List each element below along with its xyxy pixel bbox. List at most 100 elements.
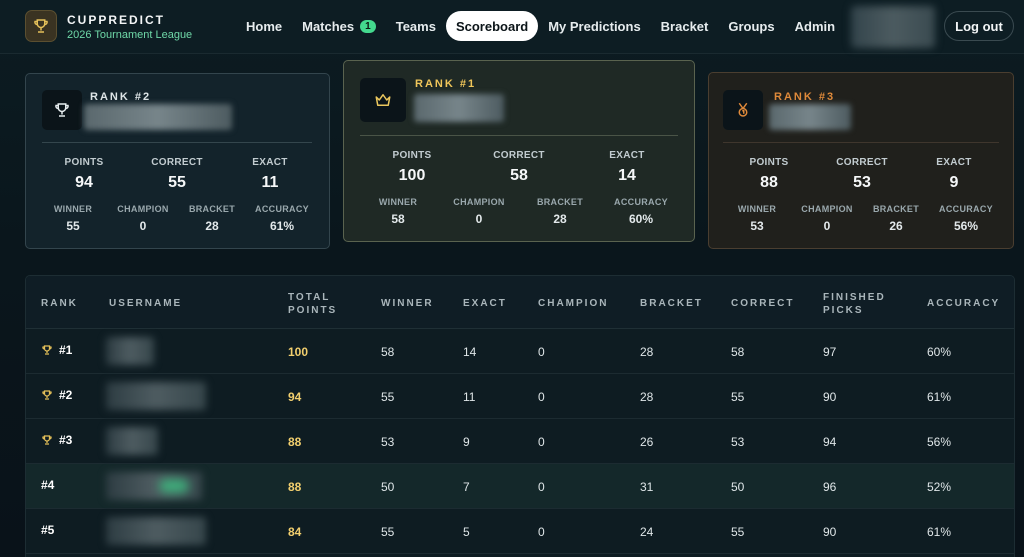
champion-label: CHAMPION: [117, 204, 169, 214]
correct-label: CORRECT: [836, 157, 888, 168]
divider: [360, 135, 678, 136]
exact-cell: 14: [463, 345, 477, 359]
correct-cell: 58: [731, 345, 745, 359]
nav-my-predictions[interactable]: My Predictions: [538, 11, 650, 41]
main-nav: Home Matches 1 Teams Scoreboard My Predi…: [236, 11, 845, 41]
podium-card-rank-1: RANK #1 POINTS 100 CORRECT 58 EXACT 14 W…: [343, 60, 695, 242]
points-label: POINTS: [64, 157, 104, 168]
exact-value: 11: [261, 174, 279, 191]
username-redacted: [769, 104, 851, 130]
table-row[interactable]: #1 100 58 14 0 28 58 97 60%: [26, 329, 1014, 374]
bracket-cell: 26: [640, 435, 654, 449]
finished-cell: 90: [823, 525, 837, 539]
username-redacted: [414, 94, 504, 122]
nav-teams[interactable]: Teams: [386, 11, 446, 41]
points-value: 100: [398, 167, 426, 184]
col-finished-picks[interactable]: FINISHED PICKS: [823, 291, 886, 317]
winner-cell: 58: [381, 345, 395, 359]
col-finished-line2: PICKS: [823, 305, 864, 316]
correct-cell: 55: [731, 525, 745, 539]
rank-number: #5: [41, 523, 55, 537]
accuracy-cell: 52%: [927, 480, 952, 494]
col-finished-line1: FINISHED: [823, 292, 886, 303]
winner-cell: 55: [381, 525, 395, 539]
correct-cell: 55: [731, 390, 745, 404]
bracket-cell: 24: [640, 525, 654, 539]
crown-icon: [375, 94, 391, 106]
nav-groups[interactable]: Groups: [718, 11, 784, 41]
divider: [723, 142, 999, 143]
exact-cell: 5: [463, 525, 470, 539]
nav-home[interactable]: Home: [236, 11, 292, 41]
col-champion[interactable]: CHAMPION: [538, 297, 608, 310]
col-username[interactable]: USERNAME: [109, 297, 182, 310]
col-correct[interactable]: CORRECT: [731, 297, 794, 310]
username-redacted: [84, 104, 232, 130]
points-label: POINTS: [749, 157, 789, 168]
correct-value: 58: [510, 167, 528, 184]
brand-logo[interactable]: [25, 10, 57, 42]
col-winner[interactable]: WINNER: [381, 297, 434, 310]
rank-cell: #2: [41, 388, 72, 402]
rank-cell: #3: [41, 433, 72, 447]
table-row[interactable]: #5 84 55 5 0 24 55 90 61%: [26, 509, 1014, 554]
rank-cell: #5: [41, 523, 54, 537]
winner-label: WINNER: [378, 197, 418, 207]
exact-cell: 7: [463, 480, 470, 494]
brand-subtitle: 2026 Tournament League: [67, 29, 193, 41]
finished-cell: 97: [823, 345, 837, 359]
nav-scoreboard[interactable]: Scoreboard: [445, 11, 539, 41]
winner-cell: 50: [381, 480, 395, 494]
col-bracket[interactable]: BRACKET: [640, 297, 703, 310]
rank-number: #3: [59, 433, 73, 447]
logout-button[interactable]: Log out: [944, 11, 1014, 41]
table-row[interactable]: #3 88 53 9 0 26 53 94 56%: [26, 419, 1014, 464]
top-navbar: CUPPREDICT 2026 Tournament League Home M…: [0, 0, 1024, 54]
exact-value: 14: [618, 167, 636, 184]
nav-admin[interactable]: Admin: [785, 11, 845, 41]
correct-label: CORRECT: [151, 157, 203, 168]
table-header: RANK USERNAME TOTAL POINTS WINNER EXACT …: [26, 276, 1014, 329]
bracket-label: BRACKET: [536, 197, 584, 207]
nav-bracket[interactable]: Bracket: [651, 11, 719, 41]
rank-label: RANK #3: [774, 91, 836, 103]
points-label: POINTS: [392, 150, 432, 161]
rank-label: RANK #2: [90, 91, 152, 103]
exact-value: 9: [949, 174, 959, 191]
champion-cell: 0: [538, 390, 545, 404]
trophy-icon: [42, 435, 52, 445]
accuracy-cell: 61%: [927, 525, 952, 539]
total-points-cell: 84: [288, 525, 302, 539]
accuracy-value: 56%: [953, 219, 979, 233]
col-exact[interactable]: EXACT: [463, 297, 507, 310]
scoreboard-table: RANK USERNAME TOTAL POINTS WINNER EXACT …: [25, 275, 1015, 557]
table-row-current-user[interactable]: #4 88 50 7 0 31 50 96 52%: [26, 464, 1014, 509]
bracket-label: BRACKET: [188, 204, 236, 214]
finished-cell: 90: [823, 390, 837, 404]
rank-cell: #4: [41, 478, 54, 492]
accuracy-label: ACCURACY: [939, 204, 993, 214]
podium-card-rank-2: RANK #2 POINTS 94 CORRECT 55 EXACT 11 WI…: [25, 73, 330, 249]
nav-matches-label: Matches: [302, 18, 355, 34]
col-total-points[interactable]: TOTAL POINTS: [288, 291, 337, 317]
champion-label: CHAMPION: [801, 204, 853, 214]
correct-cell: 53: [731, 435, 745, 449]
winner-cell: 55: [381, 390, 395, 404]
correct-cell: 50: [731, 480, 745, 494]
exact-label: EXACT: [936, 157, 972, 168]
accuracy-value: 60%: [628, 212, 654, 226]
bracket-cell: 31: [640, 480, 654, 494]
table-row[interactable]: #2 94 55 11 0 28 55 90 61%: [26, 374, 1014, 419]
trophy-icon: [34, 19, 48, 33]
trophy-icon: [42, 345, 52, 355]
rank-1-icon-box: [360, 78, 406, 122]
col-accuracy[interactable]: ACCURACY: [927, 297, 1000, 310]
champion-cell: 0: [538, 345, 545, 359]
user-profile-redacted[interactable]: [851, 6, 935, 48]
col-rank[interactable]: RANK: [41, 297, 78, 310]
champion-cell: 0: [538, 480, 545, 494]
bracket-cell: 28: [640, 345, 654, 359]
accuracy-cell: 56%: [927, 435, 952, 449]
nav-matches[interactable]: Matches 1: [292, 11, 386, 41]
champion-value: 0: [139, 219, 147, 233]
